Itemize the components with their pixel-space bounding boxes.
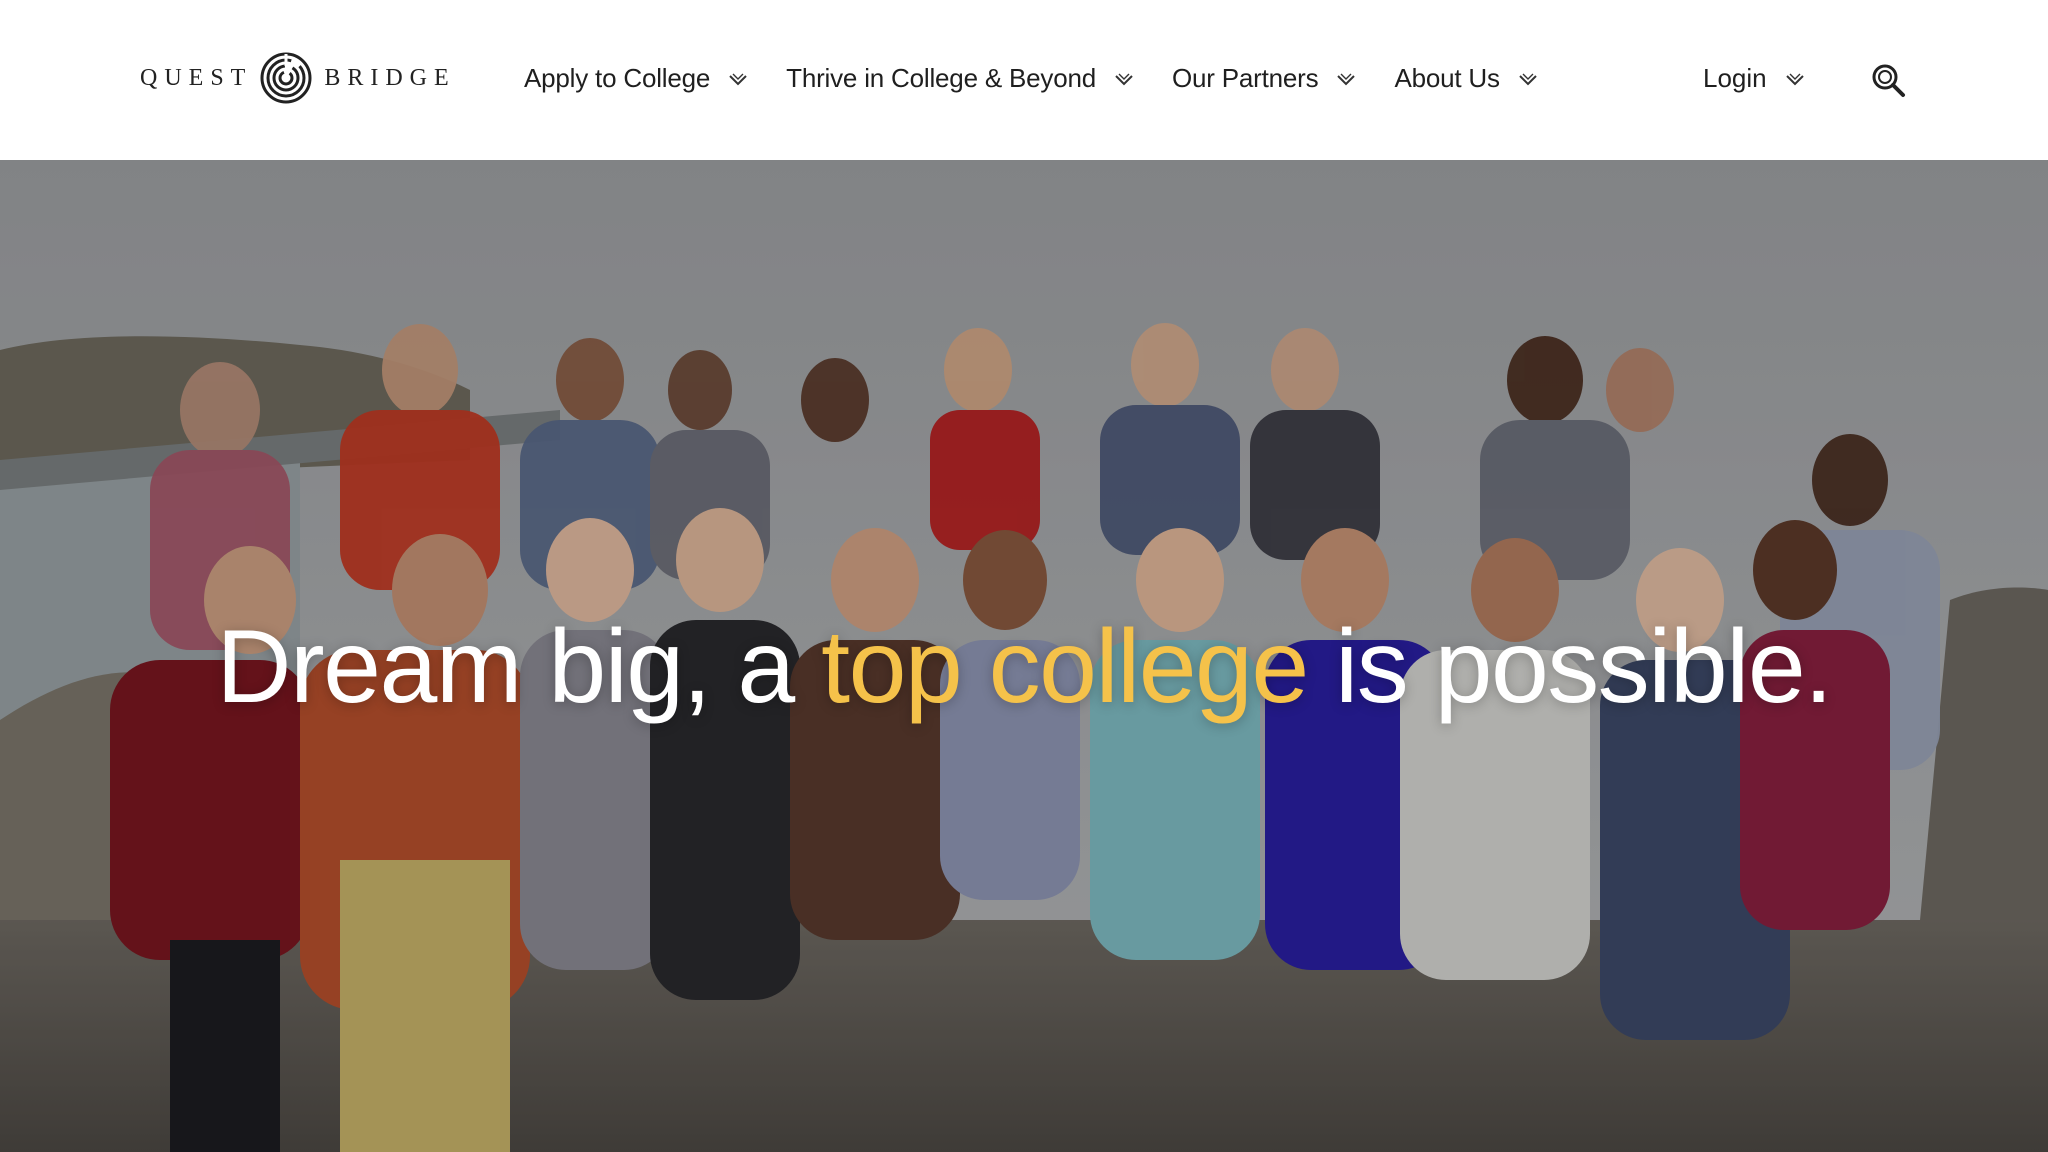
labyrinth-circle-icon — [260, 52, 312, 104]
hero-headline: Dream big, a top college is possible. — [0, 610, 2048, 724]
nav-item-apply-to-college[interactable]: Apply to College — [524, 63, 748, 94]
chevron-down-icon — [1337, 73, 1356, 86]
nav-item-our-partners[interactable]: Our Partners — [1172, 63, 1356, 94]
search-icon[interactable] — [1870, 62, 1906, 98]
nav-item-label: Thrive in College & Beyond — [786, 62, 1097, 93]
nav-item-thrive-in-college[interactable]: Thrive in College & Beyond — [786, 63, 1134, 94]
main-nav: Apply to College Thrive in College & Bey… — [524, 52, 1576, 104]
nav-item-label: About Us — [1394, 62, 1500, 93]
chevron-down-icon — [1519, 73, 1537, 86]
questbridge-logo[interactable]: QUEST BRIDGE — [140, 50, 456, 106]
logo-word-bridge: BRIDGE — [324, 64, 456, 91]
nav-item-about-us[interactable]: About Us — [1394, 63, 1537, 94]
headline-part-2: is possible. — [1307, 609, 1833, 725]
chevron-down-icon — [1115, 73, 1133, 86]
logo-word-quest: QUEST — [140, 64, 253, 91]
headline-part-1: Dream big, a — [216, 609, 822, 725]
nav-item-label: Apply to College — [524, 62, 711, 93]
site-header: QUEST BRIDGE Apply to College Thrive in … — [0, 0, 2048, 161]
hero-banner: Dream big, a top college is possible. — [0, 160, 2048, 1152]
headline-accent: top college — [821, 609, 1309, 725]
login-menu[interactable]: Login — [1703, 52, 1805, 104]
login-label: Login — [1703, 62, 1767, 93]
nav-item-label: Our Partners — [1172, 62, 1319, 93]
chevron-down-icon — [1785, 73, 1804, 86]
chevron-down-icon — [729, 73, 747, 86]
